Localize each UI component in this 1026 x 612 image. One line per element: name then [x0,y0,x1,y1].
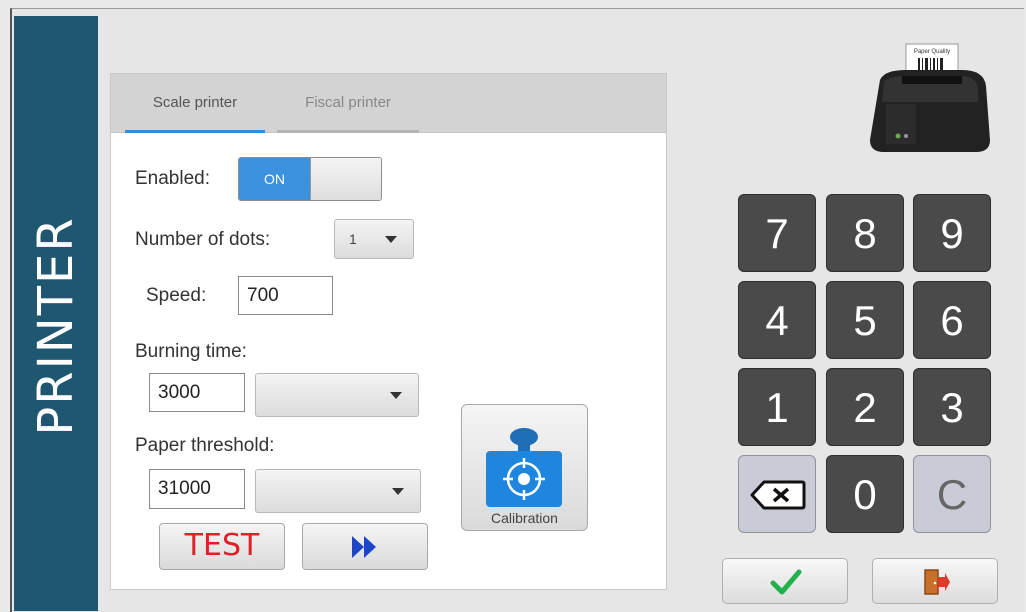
exit-button[interactable] [872,558,998,604]
calibration-weight-icon [486,428,562,507]
keypad-key-3[interactable]: 3 [913,368,991,446]
tab-fiscal-printer[interactable]: Fiscal printer [277,74,419,133]
toggle-knob [310,158,381,200]
backspace-icon [750,480,806,510]
paper-threshold-select[interactable] [255,469,421,513]
keypad-key-6[interactable]: 6 [913,281,991,359]
test-button[interactable]: TEST [159,523,285,570]
keypad-backspace-button[interactable] [738,455,816,533]
checkmark-icon [770,569,802,595]
printer-paper-text: Paper Quality [914,49,950,55]
keypad-key-4[interactable]: 4 [738,281,816,359]
paper-threshold-input[interactable] [149,469,245,509]
exit-door-icon [924,569,950,595]
chevron-down-icon [392,488,404,495]
burning-time-select[interactable] [255,373,419,417]
chevron-down-icon [385,236,397,243]
burning-time-input[interactable] [149,373,245,412]
dots-select-value: 1 [349,231,357,247]
sidebar-title: PRINTER [28,216,84,436]
dots-label: Number of dots: [135,229,271,250]
enabled-toggle[interactable]: ON [238,157,382,201]
keypad-key-9[interactable]: 9 [913,194,991,272]
test-button-label: TEST [184,528,260,563]
burning-time-label: Burning time: [135,341,247,362]
keypad-clear-button[interactable]: C [913,455,991,533]
keypad-key-0[interactable]: 0 [826,455,904,533]
keypad-key-2[interactable]: 2 [826,368,904,446]
keypad-key-7[interactable]: 7 [738,194,816,272]
chevron-down-icon [390,392,402,399]
keypad-key-1[interactable]: 1 [738,368,816,446]
sidebar: PRINTER [14,16,98,611]
keypad-key-8[interactable]: 8 [826,194,904,272]
enabled-label: Enabled: [135,168,211,189]
calibration-button-label: Calibration [491,510,558,526]
speed-input[interactable] [238,276,333,315]
calibration-button[interactable]: Calibration [461,404,588,531]
keypad-key-5[interactable]: 5 [826,281,904,359]
fast-forward-button[interactable] [302,523,428,570]
speed-label: Speed: [146,285,207,306]
dots-select[interactable]: 1 [334,219,414,259]
confirm-button[interactable] [722,558,848,604]
receipt-printer-icon: Paper Quality [870,43,990,152]
paper-threshold-label: Paper threshold: [135,435,275,456]
toggle-on-state: ON [239,158,310,200]
tab-scale-printer[interactable]: Scale printer [125,74,265,133]
fast-forward-icon [352,536,376,558]
tab-bar: Scale printer Fiscal printer [111,74,666,133]
